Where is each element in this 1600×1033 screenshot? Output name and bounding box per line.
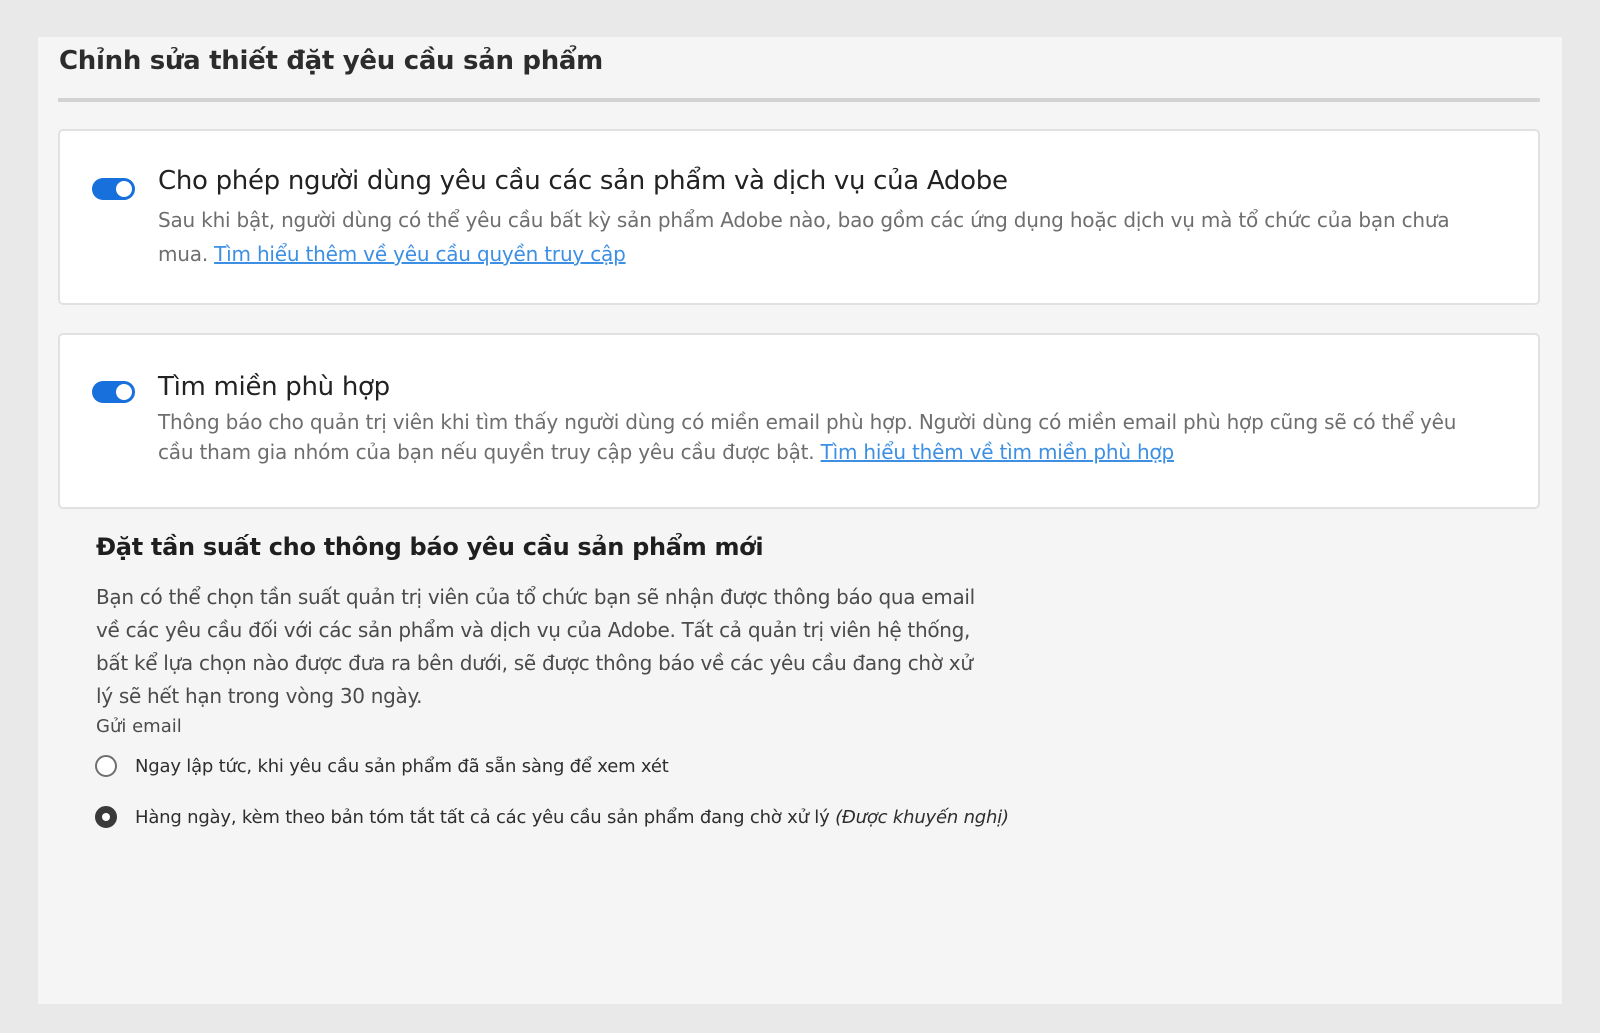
notification-frequency-title: Đặt tần suất cho thông báo yêu cầu sản p… [96, 533, 764, 561]
radio-label-daily: Hàng ngày, kèm theo bản tóm tắt tất cả c… [135, 807, 1009, 828]
request-access-toggle[interactable] [92, 178, 135, 200]
radio-label-immediate: Ngay lập tức, khi yêu cầu sản phẩm đã sẵ… [135, 755, 669, 777]
recommended-note: (Được khuyến nghị) [835, 806, 1009, 828]
notification-frequency-description: Bạn có thể chọn tần suất quản trị viên c… [96, 585, 975, 708]
request-access-card: Cho phép người dùng yêu cầu các sản phẩm… [58, 129, 1540, 305]
request-access-description: Sau khi bật, người dùng có thể yêu cầu b… [158, 203, 1478, 271]
page-title: Chỉnh sửa thiết đặt yêu cầu sản phẩm [59, 46, 603, 76]
domain-match-card: Tìm miền phù hợp Thông báo cho quản trị … [58, 333, 1540, 509]
radio-selected-dot [102, 813, 110, 821]
radio-label-daily-text: Hàng ngày, kèm theo bản tóm tắt tất cả c… [135, 806, 836, 828]
domain-match-description-text: Thông báo cho quản trị viên khi tìm thấy… [158, 410, 1457, 464]
request-access-heading: Cho phép người dùng yêu cầu các sản phẩm… [158, 166, 1008, 196]
domain-match-learn-more-link[interactable]: Tìm hiểu thêm về tìm miền phù hợp [821, 440, 1175, 464]
domain-match-toggle[interactable] [92, 381, 135, 403]
toggle-knob [116, 181, 132, 197]
toggle-knob [116, 384, 132, 400]
domain-match-description: Thông báo cho quản trị viên khi tìm thấy… [158, 407, 1478, 467]
radio-option-immediate[interactable]: Ngay lập tức, khi yêu cầu sản phẩm đã sẵ… [95, 755, 669, 777]
domain-match-heading: Tìm miền phù hợp [158, 372, 390, 402]
title-divider [58, 98, 1540, 102]
send-email-label: Gửi email [96, 716, 182, 737]
radio-button-immediate[interactable] [95, 755, 117, 777]
radio-button-daily[interactable] [95, 806, 117, 828]
request-access-learn-more-link[interactable]: Tìm hiểu thêm về yêu cầu quyền truy cập [214, 242, 626, 266]
radio-option-daily[interactable]: Hàng ngày, kèm theo bản tóm tắt tất cả c… [95, 806, 1009, 828]
settings-panel: Chỉnh sửa thiết đặt yêu cầu sản phẩm Cho… [38, 37, 1562, 1004]
